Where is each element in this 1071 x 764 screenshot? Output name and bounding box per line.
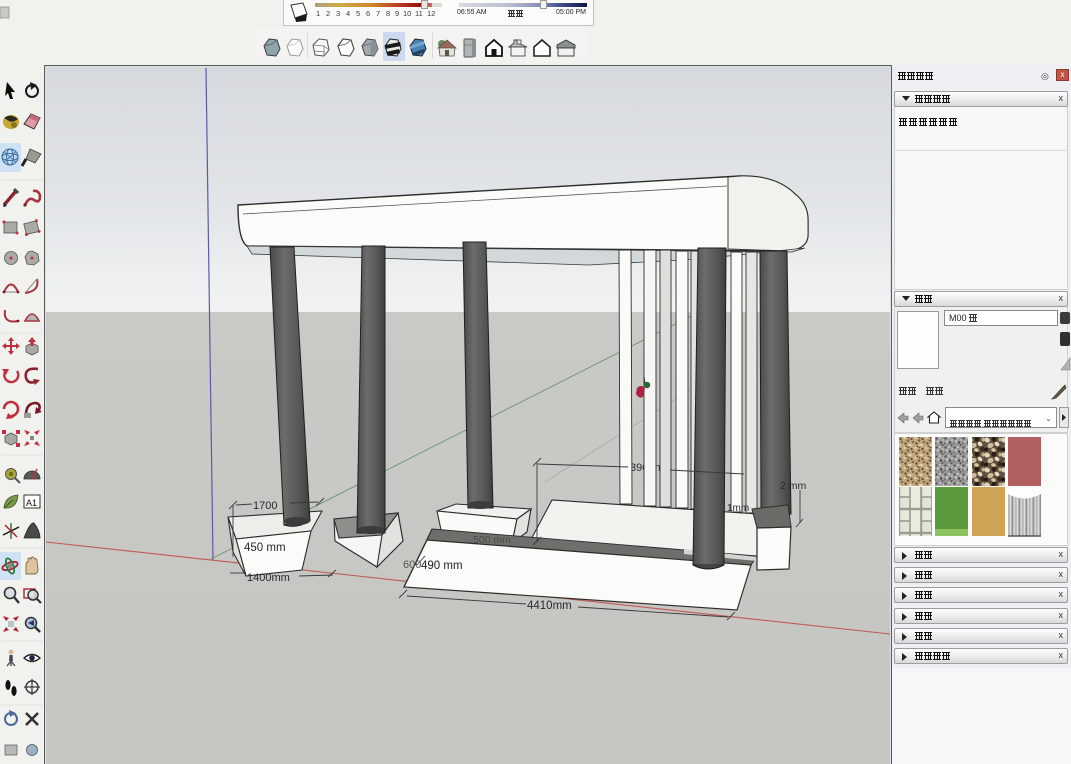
- svg-text:600: 600: [403, 559, 421, 571]
- svg-text:4410mm: 4410mm: [527, 600, 572, 612]
- svg-text:500 mm: 500 mm: [473, 534, 511, 546]
- svg-text:1mm: 1mm: [727, 503, 749, 514]
- svg-text:450 mm: 450 mm: [244, 542, 286, 554]
- svg-text:2 mm: 2 mm: [780, 480, 807, 492]
- svg-text:A1: A1: [26, 498, 37, 508]
- svg-text:1400mm: 1400mm: [247, 572, 290, 584]
- svg-text:490 mm: 490 mm: [421, 560, 463, 572]
- svg-text:1700: 1700: [253, 500, 277, 512]
